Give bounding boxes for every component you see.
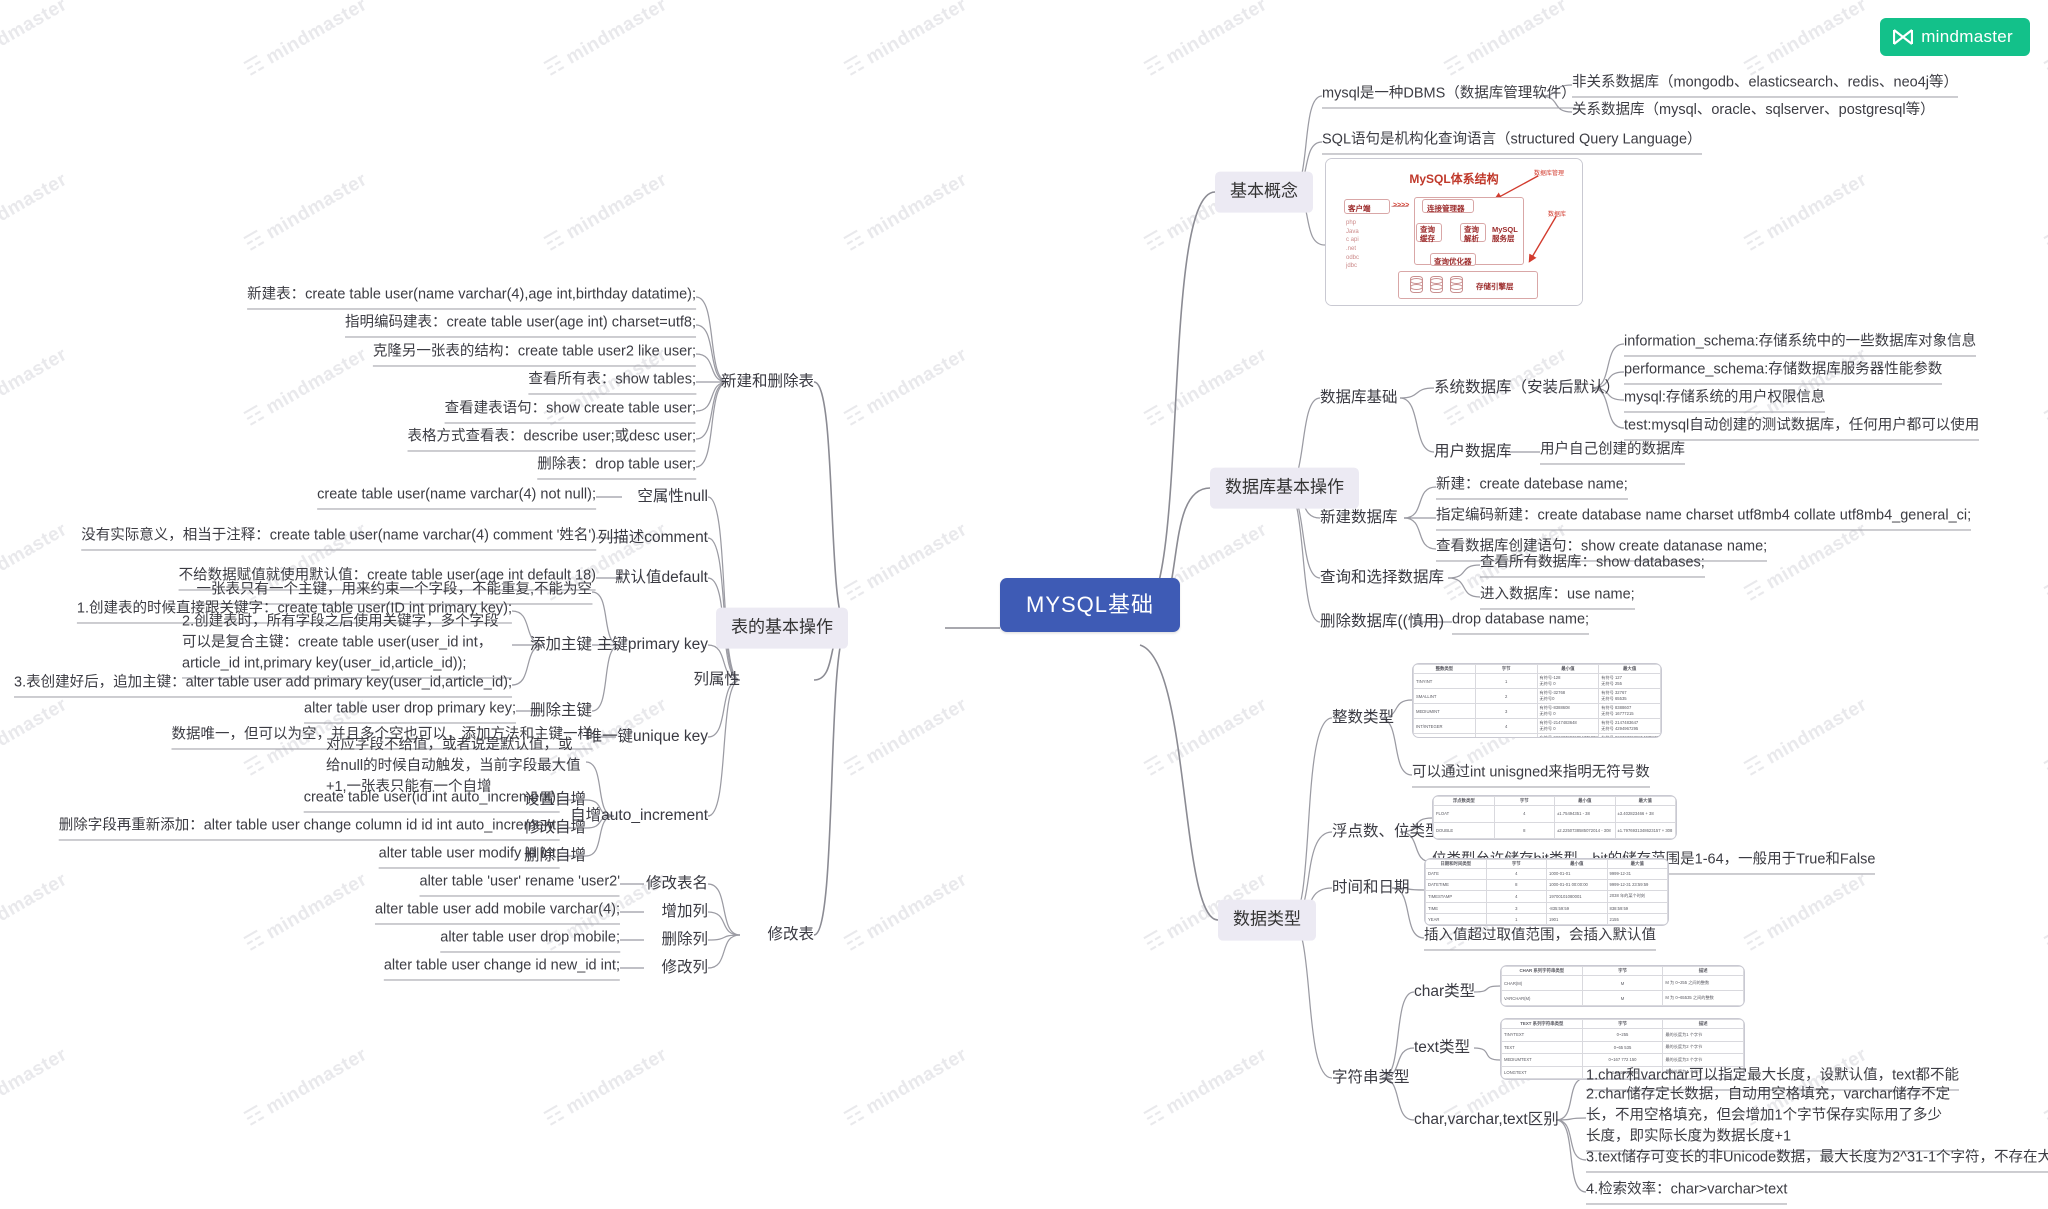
group-float-bit-types[interactable]: 浮点数、位类型 xyxy=(1332,821,1441,843)
leaf-add-pk-2[interactable]: 2.创建表时，所有字段之后使用关键字，多个字段可以是复合主键：create ta… xyxy=(182,611,512,679)
subgroup-add-column[interactable]: 增加列 xyxy=(661,901,708,923)
image-integer-types-table[interactable]: 整数类型 字节 最小值 最大值 TINYINT 1 有符号-128 无符号 0 有符号 127 无… xyxy=(1412,663,1662,738)
leaf-performance-schema[interactable]: performance_schema:存储数据库服务器性能参数 xyxy=(1624,359,1943,385)
branch-db-basic-operations[interactable]: 数据库基本操作 xyxy=(1210,467,1359,509)
subgroup-drop-column[interactable]: 删除列 xyxy=(661,929,708,951)
subgroup-rename-table[interactable]: 修改表名 xyxy=(646,873,708,895)
mindmaster-brand-label: mindmaster xyxy=(1921,27,2013,46)
subgroup-primary-key[interactable]: 主键primary key xyxy=(597,634,708,656)
arch-client-stack: php Java c api .net odbc jdbc xyxy=(1346,220,1360,270)
leaf-use-database[interactable]: 进入数据库：use name; xyxy=(1480,584,1635,610)
subgroup-drop-primary-key[interactable]: 删除主键 xyxy=(530,700,592,722)
image-mysql-architecture[interactable]: MySQL体系结构 客户端 >>>> php Java c api .net odbc j… xyxy=(1325,158,1583,306)
subgroup-char-type[interactable]: char类型 xyxy=(1414,981,1475,1003)
arch-query-cache: 查询 缓存 xyxy=(1420,225,1435,243)
leaf-show-databases[interactable]: 查看所有数据库：show databases; xyxy=(1480,552,1705,578)
group-query-select-database[interactable]: 查询和选择数据库 xyxy=(1320,567,1444,589)
arch-client-label: 客户端 xyxy=(1348,204,1371,213)
leaf-create-db-charset[interactable]: 指定编码新建：create database name charset utf8… xyxy=(1436,505,1972,531)
arch-query-parse: 查询 解析 xyxy=(1464,225,1479,243)
subgroup-char-varchar-text-diff[interactable]: char,varchar,text区别 xyxy=(1414,1109,1559,1131)
image-char-type-table[interactable]: CHAR 系列字符串类型 字节 描述 CHAR(M) M M 为 0~255 之间的整数 V… xyxy=(1500,965,1745,1007)
leaf-diff-4[interactable]: 4.检索效率：char>varchar>text xyxy=(1586,1179,1788,1205)
leaf-describe-table[interactable]: 表格方式查看表：describe user;或desc user; xyxy=(407,426,696,452)
leaf-datetime-overflow-note[interactable]: 插入值超过取值范围，会插入默认值 xyxy=(1424,925,1656,951)
leaf-clone-table[interactable]: 克隆另一张表的结构：create table user2 like user; xyxy=(372,341,696,367)
subgroup-change-column[interactable]: 修改列 xyxy=(661,957,708,979)
leaf-drop-column-stmt[interactable]: alter table user drop mobile; xyxy=(440,927,620,953)
arch-service-layer: MySQL 服务层 xyxy=(1492,225,1518,243)
group-integer-types[interactable]: 整数类型 xyxy=(1332,707,1394,729)
arch-annot-db: 数据库 xyxy=(1548,212,1567,218)
branch-table-basic-operations[interactable]: 表的基本操作 xyxy=(716,607,848,649)
leaf-test-schema[interactable]: test:mysql自动创建的测试数据库，任何用户都可以使用 xyxy=(1624,415,1980,441)
subgroup-user-databases[interactable]: 用户数据库 xyxy=(1434,441,1512,463)
group-create-drop-table[interactable]: 新建和删除表 xyxy=(721,371,814,393)
leaf-information-schema[interactable]: information_schema:存储系统中的一些数据库对象信息 xyxy=(1624,331,1977,357)
leaf-sql-definition[interactable]: SQL语句是机构化查询语言（structured Query Language） xyxy=(1322,129,1702,155)
mindmaster-logo-icon xyxy=(1893,29,1914,45)
group-db-fundamentals[interactable]: 数据库基础 xyxy=(1320,387,1398,409)
leaf-drop-pk-stmt[interactable]: alter table user drop primary key; xyxy=(304,698,516,724)
group-datetime-types[interactable]: 时间和日期 xyxy=(1332,877,1410,899)
leaf-create-table[interactable]: 新建表：create table user(name varchar(4),ag… xyxy=(247,284,696,310)
leaf-change-column-stmt[interactable]: alter table user change id new_id int; xyxy=(383,955,620,981)
subgroup-unique-key[interactable]: 唯一键unique key xyxy=(587,726,708,748)
group-create-database[interactable]: 新建数据库 xyxy=(1320,507,1398,529)
image-float-types-table[interactable]: 浮点数类型 字节 最小值 最大值 FLOAT 4 ±1.75494351 - 38 ±3.40… xyxy=(1432,795,1677,840)
leaf-non-relational-db[interactable]: 非关系数据库（mongodb、elasticsearch、redis、neo4j… xyxy=(1572,72,1958,98)
subgroup-null-attr[interactable]: 空属性null xyxy=(637,486,708,508)
subgroup-auto-increment[interactable]: 自增auto_increment xyxy=(570,805,708,827)
leaf-rename-table-stmt[interactable]: alter table 'user' rename 'user2' xyxy=(419,871,620,897)
subgroup-comment-attr[interactable]: 列描述comment xyxy=(598,527,708,549)
leaf-not-null-stmt[interactable]: create table user(name varchar(4) not nu… xyxy=(317,484,596,510)
root-node-mysql-basics[interactable]: MYSQL基础 xyxy=(1000,578,1181,632)
arch-storage-layer: 存储引擎层 xyxy=(1476,282,1514,291)
arch-conn-manager: 连接管理器 xyxy=(1427,204,1465,213)
branch-basic-concept[interactable]: 基本概念 xyxy=(1215,171,1313,213)
branch-data-types[interactable]: 数据类型 xyxy=(1218,899,1316,941)
group-column-attributes[interactable]: 列属性 xyxy=(693,669,740,691)
arch-db-cylinder-icon xyxy=(1410,276,1423,293)
leaf-drop-table[interactable]: 删除表：drop table user; xyxy=(537,454,696,480)
leaf-diff-3[interactable]: 3.text储存可变长的非Unicode数据，最大长度为2^31-1个字符，不存… xyxy=(1586,1147,2048,1173)
subgroup-add-primary-key[interactable]: 添加主键 xyxy=(530,634,592,656)
leaf-show-create-table[interactable]: 查看建表语句：show create table user; xyxy=(444,398,696,424)
leaf-set-auto-inc-stmt[interactable]: create table user(id int auto_increment)… xyxy=(303,787,560,813)
leaf-show-tables[interactable]: 查看所有表：show tables; xyxy=(528,369,696,395)
arch-annot-db-mgmt: 数据库管理 xyxy=(1534,171,1565,177)
leaf-create-table-charset[interactable]: 指明编码建表：create table user(age int) charse… xyxy=(345,312,696,338)
mindmaster-brand-badge: mindmaster xyxy=(1880,18,2030,56)
leaf-user-created-db[interactable]: 用户自己创建的数据库 xyxy=(1540,439,1685,465)
leaf-relational-db[interactable]: 关系数据库（mysql、oracle、sqlserver、postgresql等… xyxy=(1572,100,1935,124)
arch-arrows-icon: >>>> xyxy=(1393,202,1410,209)
leaf-modify-auto-inc-stmt[interactable]: 删除字段再重新添加：alter table user change column… xyxy=(58,815,560,841)
arch-query-optimizer: 查询优化器 xyxy=(1434,257,1472,266)
leaf-create-db[interactable]: 新建：create datebase name; xyxy=(1436,474,1628,500)
arch-db-cylinder-icon xyxy=(1450,276,1463,293)
arch-db-cylinder-icon xyxy=(1430,276,1443,293)
leaf-dbms[interactable]: mysql是一种DBMS（数据库管理软件） xyxy=(1322,83,1576,109)
leaf-drop-database-stmt[interactable]: drop database name; xyxy=(1452,609,1590,635)
subgroup-system-databases[interactable]: 系统数据库（安装后默认） xyxy=(1434,377,1620,399)
leaf-add-pk-3[interactable]: 3.表创建好后，追加主键：alter table user add primar… xyxy=(14,672,512,698)
image-datetime-types-table[interactable]: 日期和时间类型 字节 最小值 最大值 DATE 4 1000-01-01 9999-12-31… xyxy=(1424,858,1669,926)
group-drop-database[interactable]: 删除数据库((慎用) xyxy=(1320,611,1444,633)
group-modify-table[interactable]: 修改表 xyxy=(767,924,814,946)
group-string-types[interactable]: 字符串类型 xyxy=(1332,1067,1410,1089)
leaf-diff-2[interactable]: 2.char储存定长数据，自动用空格填充，varchar储存不定长，不用空格填充… xyxy=(1586,1084,1956,1152)
leaf-comment-stmt[interactable]: 没有实际意义，相当于注释：create table user(name varc… xyxy=(81,525,596,551)
subgroup-default-attr[interactable]: 默认值default xyxy=(615,567,708,589)
leaf-mysql-schema[interactable]: mysql:存储系统的用户权限信息 xyxy=(1624,387,1826,413)
leaf-int-unsigned-note[interactable]: 可以通过int unisgned来指明无符号数 xyxy=(1412,762,1650,788)
subgroup-text-type[interactable]: text类型 xyxy=(1414,1037,1470,1059)
leaf-add-column-stmt[interactable]: alter table user add mobile varchar(4); xyxy=(374,899,620,925)
leaf-remove-auto-inc-stmt[interactable]: alter table user modify id int; xyxy=(378,843,560,869)
